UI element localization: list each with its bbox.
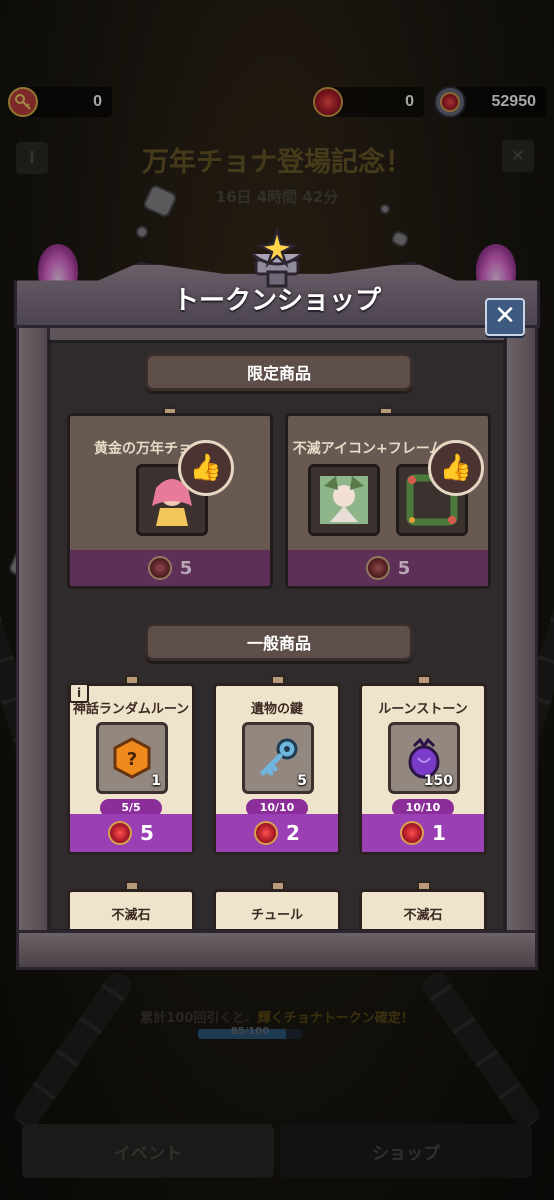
chona-token-icon [365, 556, 390, 580]
general-section-banner: 一般商品 [145, 623, 413, 661]
modal-pillar-left [16, 318, 50, 970]
general-item-price: 5 [70, 814, 192, 852]
general-item-card[interactable]: 不滅石 [67, 889, 195, 929]
immortal-icon-portrait [308, 464, 380, 536]
thumbs-up-icon: 👍 [428, 440, 484, 496]
modal-pillar-right [504, 318, 538, 970]
chona-token-icon [108, 821, 133, 845]
limited-item-card[interactable]: 黄金の万年チョナ 👍 5 [67, 413, 273, 589]
modal-title: トークンショップ [172, 286, 381, 316]
general-item-qty: 5 [297, 773, 307, 789]
chona-token-icon [254, 821, 279, 845]
relic-key-slot: 5 [242, 722, 314, 794]
general-item-price-value: 5 [140, 821, 154, 845]
general-item-qty: 150 [423, 773, 453, 789]
limited-item-price-value: 5 [397, 557, 411, 579]
svg-text:?: ? [127, 749, 137, 770]
modal-close-button[interactable]: ✕ [485, 298, 525, 336]
general-item-name: チュール [250, 908, 303, 923]
limited-item-card[interactable]: 不滅アイコン+フレーム 👍 5 [285, 413, 491, 589]
general-item-name: 遺物の鍵 [250, 702, 303, 717]
general-section-title: 一般商品 [246, 634, 311, 653]
mystery-rune-icon: ? [113, 737, 151, 779]
limited-item-price: 5 [288, 550, 488, 586]
key-icon [260, 738, 298, 776]
limited-item-price-value: 5 [179, 557, 193, 579]
general-item-name: ルーンストーン [378, 702, 468, 717]
sparkle-crest-icon [251, 225, 303, 288]
info-icon: i [76, 686, 82, 700]
limited-section-banner: 限定商品 [145, 353, 413, 391]
general-item-qty: 1 [151, 773, 161, 789]
chona-token-icon [400, 821, 425, 845]
modal-frame-bottom [16, 930, 538, 970]
item-info-button[interactable]: i [69, 683, 89, 703]
general-item-price-value: 2 [286, 821, 300, 845]
limited-item-price: 5 [70, 550, 270, 586]
limited-section-title: 限定商品 [246, 364, 311, 383]
general-item-price: 1 [362, 814, 484, 852]
general-item-price: 2 [216, 814, 338, 852]
general-item-card[interactable]: 神話ランダムルーン ? 1 5/5 5 [67, 683, 195, 855]
shop-scroll-area[interactable]: 限定商品 黄金の万年チョナ 👍 5 不滅アイコン+フレーム 👍 5 一般商品 神… [48, 340, 506, 932]
mythic-rune-slot: ? 1 [96, 722, 168, 794]
general-item-name: 不滅石 [111, 908, 151, 923]
general-item-card[interactable]: 不滅石 [359, 889, 487, 929]
rune-stone-slot: 150 [388, 722, 460, 794]
chona-token-icon [147, 556, 172, 580]
general-item-card[interactable]: チュール [213, 889, 341, 929]
general-item-card[interactable]: 遺物の鍵 5 10/10 2 [213, 683, 341, 855]
general-item-price-value: 1 [432, 821, 446, 845]
general-item-card[interactable]: ルーンストーン 150 10/10 1 [359, 683, 487, 855]
thumbs-up-icon: 👍 [178, 440, 234, 496]
general-item-name: 不滅石 [403, 908, 443, 923]
limited-item-name: 黄金の万年チョナ [94, 441, 206, 457]
close-icon: ✕ [494, 301, 516, 331]
